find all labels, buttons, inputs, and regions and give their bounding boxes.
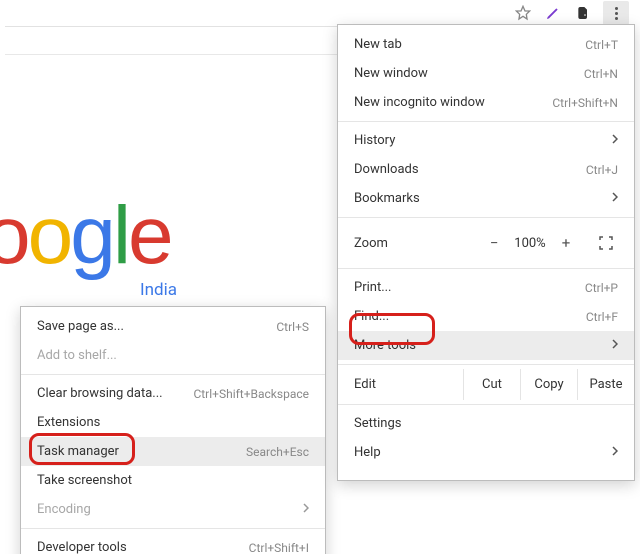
menu-label: Extensions [37,415,309,430]
menu-item-new-window[interactable]: New window Ctrl+N [338,59,634,88]
menu-label: Developer tools [37,540,249,554]
menu-label: Task manager [37,444,246,459]
edit-copy-button[interactable]: Copy [520,369,577,400]
menu-label: Help [354,445,604,460]
browser-menu-button[interactable] [603,1,629,25]
logo-letter: l [113,190,128,281]
menu-label: Take screenshot [37,473,309,488]
submenu-item-save-as[interactable]: Save page as... Ctrl+S [21,307,325,341]
menu-shortcut: Ctrl+N [584,67,618,81]
menu-label: New window [354,66,584,81]
zoom-in-button[interactable]: + [554,234,578,252]
menu-label: Encoding [37,502,295,517]
menu-label: Print... [354,280,585,295]
menu-shortcut: Ctrl+F [586,310,618,324]
zoom-out-button[interactable]: − [482,234,506,252]
menu-label: Downloads [354,162,586,177]
menu-item-help[interactable]: Help [338,438,634,472]
submenu-item-encoding: Encoding [21,495,325,524]
submenu-item-task-manager[interactable]: Task manager Search+Esc [21,437,325,466]
menu-item-bookmarks[interactable]: Bookmarks [338,184,634,213]
menu-item-downloads[interactable]: Downloads Ctrl+J [338,155,634,184]
submenu-item-clear-browsing[interactable]: Clear browsing data... Ctrl+Shift+Backsp… [21,379,325,408]
menu-label: New incognito window [354,95,552,110]
menu-shortcut: Search+Esc [246,445,309,459]
menu-label: Bookmarks [354,191,604,206]
menu-item-settings[interactable]: Settings [338,409,634,438]
menu-item-history[interactable]: History [338,126,634,155]
logo-letter: o [0,190,28,281]
browser-main-menu: New tab Ctrl+T New window Ctrl+N New inc… [337,24,635,481]
fullscreen-icon[interactable] [594,236,618,250]
page-divider [5,54,345,55]
menu-label: Clear browsing data... [37,386,193,401]
chevron-right-icon [303,502,309,517]
menu-shortcut: Ctrl+Shift+I [249,541,309,554]
chevron-right-icon [612,338,618,353]
menu-label: Find... [354,309,586,324]
browser-toolbar [5,0,635,27]
extension-evernote-icon[interactable] [573,3,593,23]
submenu-item-add-to-shelf: Add to shelf... [21,341,325,370]
menu-item-new-incognito[interactable]: New incognito window Ctrl+Shift+N [338,88,634,117]
submenu-item-developer-tools[interactable]: Developer tools Ctrl+Shift+I [21,533,325,554]
menu-label: History [354,133,604,148]
edit-paste-button[interactable]: Paste [577,369,634,400]
menu-edit-row: Edit Cut Copy Paste [338,369,634,400]
menu-item-more-tools[interactable]: More tools [338,331,634,360]
edit-cut-button[interactable]: Cut [463,369,520,400]
menu-item-find[interactable]: Find... Ctrl+F [338,302,634,331]
menu-label: More tools [354,338,604,353]
menu-label: Settings [354,416,618,431]
bookmark-star-icon[interactable] [513,3,533,23]
menu-shortcut: Ctrl+T [585,38,618,52]
menu-shortcut: Ctrl+Shift+Backspace [193,387,309,401]
logo-letter: e [128,190,171,281]
logo-letter: o [28,190,71,281]
menu-item-new-tab[interactable]: New tab Ctrl+T [338,25,634,59]
menu-label: Save page as... [37,319,276,334]
zoom-value: 100% [506,236,554,251]
menu-zoom-row: Zoom − 100% + [338,222,634,264]
logo-letter: g [70,190,113,281]
chevron-right-icon [612,445,618,460]
menu-shortcut: Ctrl+J [586,163,618,177]
chevron-right-icon [612,133,618,148]
menu-shortcut: Ctrl+S [276,320,309,334]
submenu-item-take-screenshot[interactable]: Take screenshot [21,466,325,495]
extension-pen-icon[interactable] [543,3,563,23]
menu-label: Add to shelf... [37,348,309,363]
menu-label: New tab [354,37,585,52]
more-tools-submenu: Save page as... Ctrl+S Add to shelf... C… [20,306,326,554]
menu-label: Zoom [354,236,482,251]
menu-shortcut: Ctrl+Shift+N [552,96,618,110]
google-logo: oogle [0,195,171,277]
menu-shortcut: Ctrl+P [585,281,618,295]
submenu-item-extensions[interactable]: Extensions [21,408,325,437]
chevron-right-icon [612,191,618,206]
menu-item-print[interactable]: Print... Ctrl+P [338,273,634,302]
google-country-label: India [140,280,177,300]
menu-label: Edit [354,377,463,392]
